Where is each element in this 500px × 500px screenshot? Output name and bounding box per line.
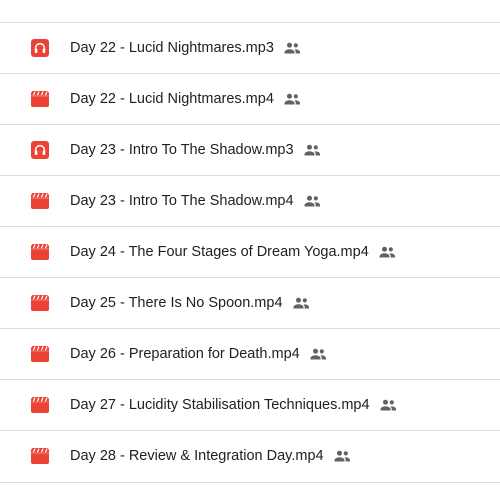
file-name: Day 27 - Lucidity Stabilisation Techniqu… xyxy=(70,397,397,413)
file-name-text: Day 22 - Lucid Nightmares.mp3 xyxy=(70,40,274,56)
people-icon xyxy=(303,195,321,207)
people-icon xyxy=(283,93,301,105)
video-clapper-icon xyxy=(31,192,49,210)
file-name: Day 22 - Lucid Nightmares.mp3 xyxy=(70,40,301,56)
video-clapper-icon xyxy=(31,345,49,363)
headphones-icon xyxy=(31,39,49,57)
video-clapper-icon xyxy=(31,90,49,108)
video-clapper-icon xyxy=(31,243,49,261)
file-name-text: Day 23 - Intro To The Shadow.mp4 xyxy=(70,193,294,209)
file-name-text: Day 28 - Review & Integration Day.mp4 xyxy=(70,448,324,464)
file-name-text: Day 22 - Lucid Nightmares.mp4 xyxy=(70,91,274,107)
file-name: Day 28 - Review & Integration Day.mp4 xyxy=(70,448,351,464)
file-name: Day 24 - The Four Stages of Dream Yoga.m… xyxy=(70,244,396,260)
file-name: Day 23 - Intro To The Shadow.mp3 xyxy=(70,142,321,158)
file-name: Day 26 - Preparation for Death.mp4 xyxy=(70,346,327,362)
file-row[interactable]: Day 28 - Review & Integration Day.mp4 xyxy=(0,431,500,481)
file-list: Day 22 - Lucid Nightmares.mp3 Day 22 - L… xyxy=(0,0,500,500)
file-name-text: Day 24 - The Four Stages of Dream Yoga.m… xyxy=(70,244,369,260)
file-name-text: Day 25 - There Is No Spoon.mp4 xyxy=(70,295,283,311)
people-icon xyxy=(309,348,327,360)
video-clapper-icon xyxy=(31,396,49,414)
file-row[interactable]: Day 22 - Lucid Nightmares.mp4 xyxy=(0,74,500,124)
file-row[interactable]: Day 23 - Intro To The Shadow.mp3 xyxy=(0,125,500,175)
people-icon xyxy=(379,399,397,411)
video-clapper-icon xyxy=(31,447,49,465)
file-name-text: Day 27 - Lucidity Stabilisation Techniqu… xyxy=(70,397,370,413)
people-icon xyxy=(292,297,310,309)
file-row[interactable]: Day 22 - Lucid Nightmares.mp3 xyxy=(0,23,500,73)
file-row[interactable]: Day 27 - Lucidity Stabilisation Techniqu… xyxy=(0,380,500,430)
row-divider xyxy=(0,482,500,483)
people-icon xyxy=(283,42,301,54)
headphones-icon xyxy=(31,141,49,159)
people-icon xyxy=(303,144,321,156)
file-row[interactable]: Day 25 - There Is No Spoon.mp4 xyxy=(0,278,500,328)
people-icon xyxy=(378,246,396,258)
file-name: Day 25 - There Is No Spoon.mp4 xyxy=(70,295,310,311)
file-name: Day 22 - Lucid Nightmares.mp4 xyxy=(70,91,301,107)
file-row[interactable]: Day 23 - Intro To The Shadow.mp4 xyxy=(0,176,500,226)
people-icon xyxy=(333,450,351,462)
file-name-text: Day 23 - Intro To The Shadow.mp3 xyxy=(70,142,294,158)
file-name-text: Day 26 - Preparation for Death.mp4 xyxy=(70,346,300,362)
file-name: Day 23 - Intro To The Shadow.mp4 xyxy=(70,193,321,209)
file-row[interactable]: Day 24 - The Four Stages of Dream Yoga.m… xyxy=(0,227,500,277)
file-row[interactable]: Day 26 - Preparation for Death.mp4 xyxy=(0,329,500,379)
video-clapper-icon xyxy=(31,294,49,312)
